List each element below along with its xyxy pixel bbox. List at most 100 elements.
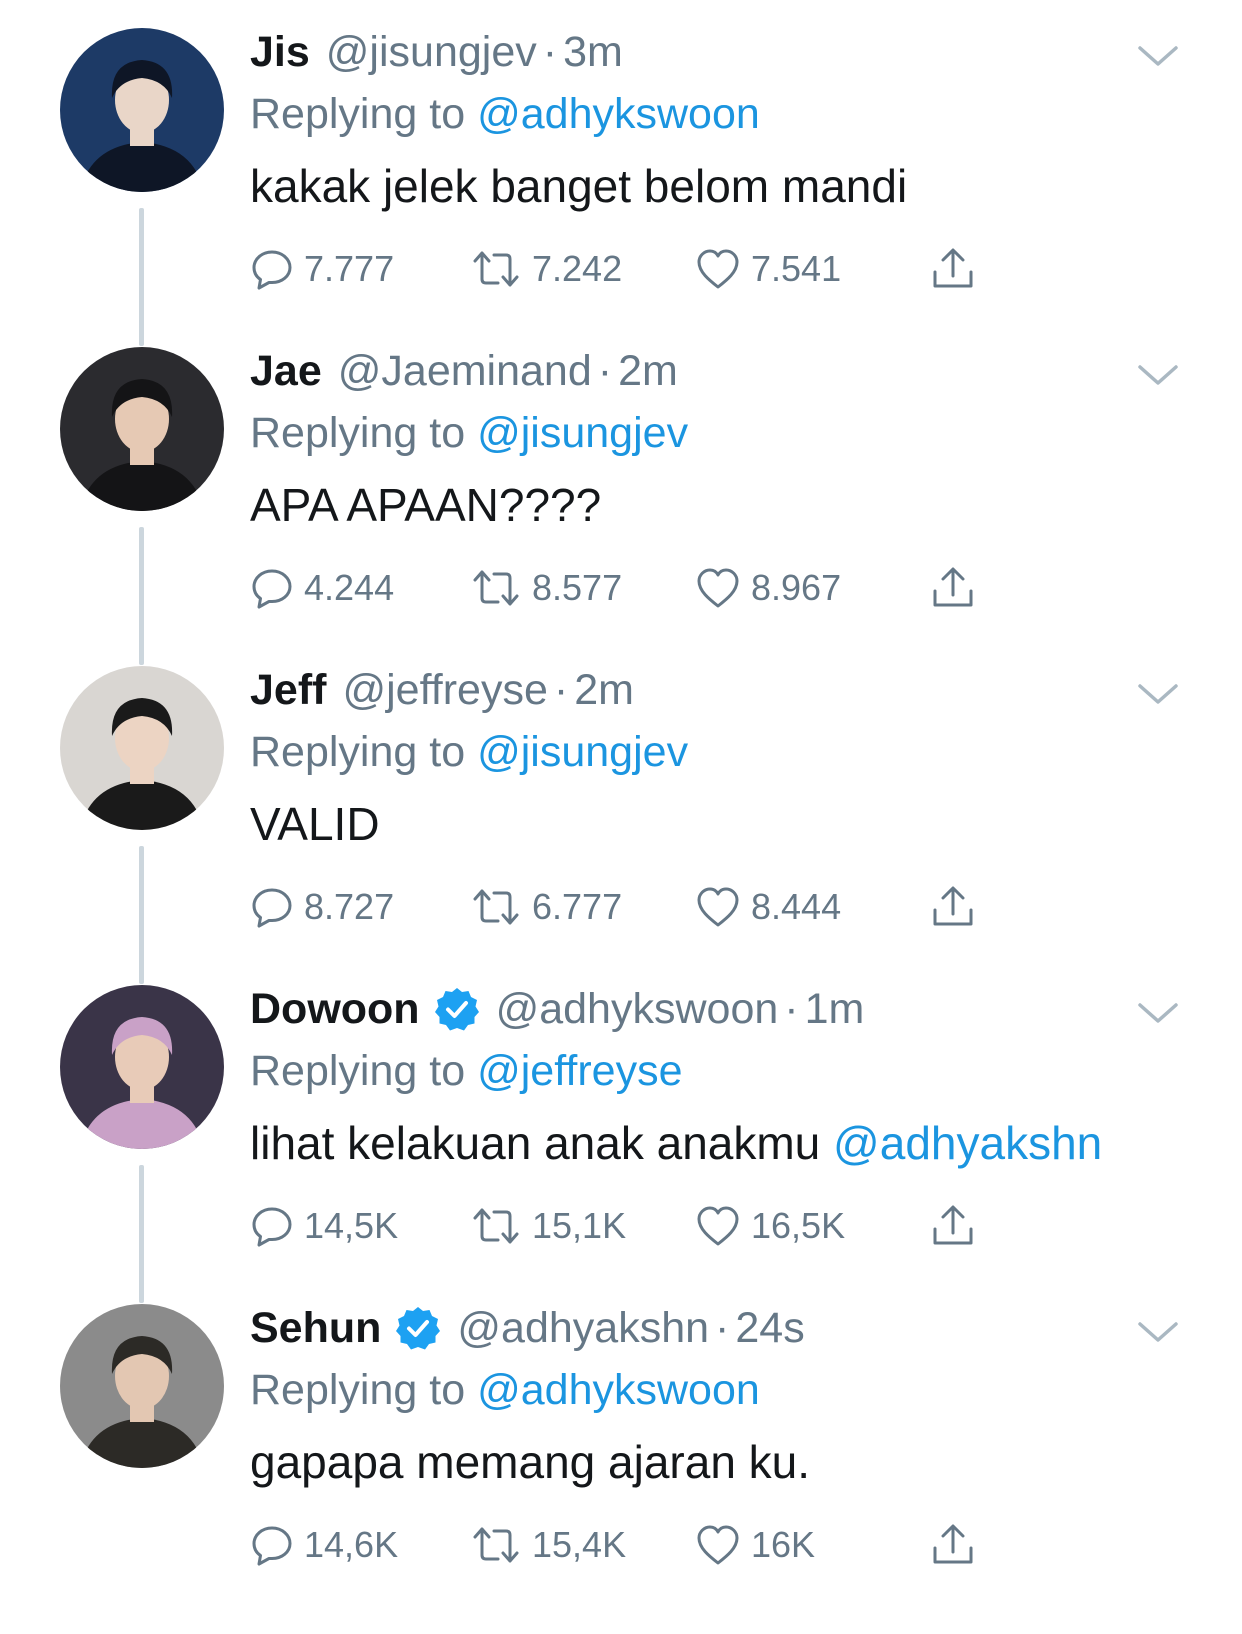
retweet-button[interactable]: 6.777	[470, 882, 622, 932]
display-name[interactable]: Sehun	[250, 1302, 381, 1354]
share-icon	[933, 1524, 973, 1564]
tweet-actions: 7.777 7.242 7.541	[250, 244, 1010, 294]
tweet-text: kakak jelek banget belom mandi	[250, 158, 1162, 214]
username[interactable]: @Jaeminand	[338, 345, 592, 397]
tweet[interactable]: Jis @jisungjev · 3m Replying to @adhyksw…	[0, 0, 1242, 346]
share-icon	[933, 1205, 973, 1245]
tweet-header: Dowoon @adhykswoon · 1m	[250, 983, 1162, 1035]
replying-to-mention[interactable]: @jisungjev	[477, 409, 688, 457]
replying-to-mention[interactable]: @adhykswoon	[477, 90, 760, 138]
reply-icon	[252, 1526, 292, 1566]
like-button[interactable]: 7.541	[695, 244, 841, 294]
retweet-icon	[473, 251, 519, 287]
retweet-count: 8.577	[532, 567, 623, 608]
timestamp[interactable]: 2m	[618, 345, 678, 397]
reply-count: 14,5K	[304, 1205, 399, 1246]
reply-button[interactable]: 8.727	[250, 882, 394, 932]
tweet-text-mention[interactable]: @adhyakshn	[833, 1117, 1102, 1169]
tweet-text-body: gapapa memang ajaran ku.	[250, 1436, 811, 1488]
tweet-header: Jeff @jeffreyse · 2m	[250, 664, 1162, 716]
avatar-image	[60, 666, 224, 830]
display-name[interactable]: Jae	[250, 345, 322, 397]
heart-icon	[697, 887, 739, 927]
share-icon	[933, 886, 973, 926]
reply-icon	[252, 569, 292, 609]
tweet-text-body: APA APAAN????	[250, 479, 602, 531]
replying-to: Replying to @jisungjev	[250, 407, 1162, 459]
separator-dot: ·	[553, 666, 569, 714]
reply-button[interactable]: 7.777	[250, 244, 394, 294]
retweet-count: 15,1K	[532, 1205, 627, 1246]
retweet-icon	[473, 1208, 519, 1244]
share-button[interactable]	[930, 244, 976, 294]
tweet-header: Sehun @adhyakshn · 24s	[250, 1302, 1162, 1354]
retweet-count: 15,4K	[532, 1524, 627, 1565]
retweet-button[interactable]: 7.242	[470, 244, 622, 294]
chevron-down-icon[interactable]	[1136, 40, 1180, 70]
like-button[interactable]: 16K	[695, 1520, 815, 1570]
like-count: 7.541	[751, 248, 842, 289]
avatar-image	[60, 1304, 224, 1468]
reply-button[interactable]: 14,6K	[250, 1520, 398, 1570]
tweet[interactable]: Jae @Jaeminand · 2m Replying to @jisungj…	[0, 319, 1242, 665]
display-name[interactable]: Jeff	[250, 664, 326, 716]
avatar[interactable]	[60, 985, 224, 1149]
replying-to-label: Replying to	[250, 1047, 466, 1095]
timestamp[interactable]: 2m	[574, 664, 634, 716]
share-button[interactable]	[930, 1201, 976, 1251]
retweet-button[interactable]: 15,1K	[470, 1201, 626, 1251]
avatar[interactable]	[60, 1304, 224, 1468]
username[interactable]: @jeffreyse	[342, 664, 547, 716]
avatar[interactable]	[60, 666, 224, 830]
reply-button[interactable]: 14,5K	[250, 1201, 398, 1251]
share-button[interactable]	[930, 882, 976, 932]
chevron-down-icon[interactable]	[1136, 359, 1180, 389]
username[interactable]: @jisungjev	[326, 26, 537, 78]
tweet[interactable]: Dowoon @adhykswoon · 1m Replying to @jef…	[0, 957, 1242, 1303]
reply-icon	[252, 888, 292, 928]
like-button[interactable]: 16,5K	[695, 1201, 845, 1251]
username[interactable]: @adhyakshn	[457, 1302, 709, 1354]
replying-to-label: Replying to	[250, 1366, 466, 1414]
verified-badge-icon	[396, 1307, 441, 1350]
chevron-down-icon[interactable]	[1136, 1316, 1180, 1346]
replying-to-mention[interactable]: @jisungjev	[477, 728, 688, 776]
replying-to: Replying to @adhykswoon	[250, 88, 1162, 140]
replying-to-label: Replying to	[250, 409, 466, 457]
chevron-down-icon[interactable]	[1136, 997, 1180, 1027]
tweet[interactable]: Jeff @jeffreyse · 2m Replying to @jisung…	[0, 638, 1242, 984]
reply-button[interactable]: 4.244	[250, 563, 394, 613]
replying-to-mention[interactable]: @adhykswoon	[477, 1366, 760, 1414]
reply-thread: Jis @jisungjev · 3m Replying to @adhyksw…	[0, 0, 1242, 1634]
share-button[interactable]	[930, 1520, 976, 1570]
display-name[interactable]: Dowoon	[250, 983, 420, 1035]
replying-to: Replying to @adhykswoon	[250, 1364, 1162, 1416]
timestamp[interactable]: 24s	[735, 1302, 804, 1354]
share-button[interactable]	[930, 563, 976, 613]
like-count: 16,5K	[751, 1205, 846, 1246]
like-count: 8.967	[751, 567, 842, 608]
tweet-text-body: kakak jelek banget belom mandi	[250, 160, 908, 212]
tweet-actions: 14,5K 15,1K 16,5K	[250, 1201, 1010, 1251]
tweet-actions: 14,6K 15,4K 16K	[250, 1520, 1010, 1570]
timestamp[interactable]: 1m	[805, 983, 865, 1035]
tweet-actions: 8.727 6.777 8.444	[250, 882, 1010, 932]
retweet-button[interactable]: 15,4K	[470, 1520, 626, 1570]
separator-dot: ·	[542, 28, 558, 76]
timestamp[interactable]: 3m	[563, 26, 623, 78]
chevron-down-icon[interactable]	[1136, 678, 1180, 708]
avatar[interactable]	[60, 28, 224, 192]
tweet[interactable]: Sehun @adhyakshn · 24s Replying to @adhy…	[0, 1276, 1242, 1606]
display-name[interactable]: Jis	[250, 26, 310, 78]
reply-icon	[252, 250, 292, 290]
like-button[interactable]: 8.444	[695, 882, 841, 932]
tweet-text: APA APAAN????	[250, 477, 1162, 533]
username[interactable]: @adhykswoon	[496, 983, 779, 1035]
heart-icon	[697, 249, 739, 289]
avatar[interactable]	[60, 347, 224, 511]
avatar-image	[60, 28, 224, 192]
replying-to-mention[interactable]: @jeffreyse	[477, 1047, 682, 1095]
retweet-button[interactable]: 8.577	[470, 563, 622, 613]
retweet-icon	[473, 570, 519, 606]
like-button[interactable]: 8.967	[695, 563, 841, 613]
